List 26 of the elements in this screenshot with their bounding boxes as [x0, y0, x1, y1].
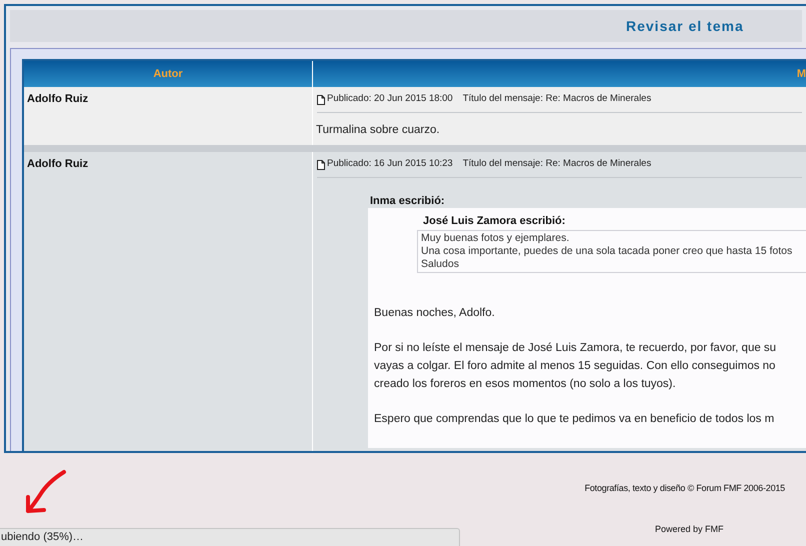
page-title: Revisar el tema: [626, 16, 744, 36]
quote-author: Inma escribió:: [369, 194, 446, 208]
post-subject: Título del mensaje: Re: Macros de Minerales: [462, 92, 652, 106]
arrow-icon: [24, 469, 68, 515]
post-text-line: Por si no leíste el mensaje de José Luis Zamora, te recuerdo, por favor, que su: [374, 341, 778, 356]
post-subject: Título del mensaje: Re: Macros de Minerales: [462, 157, 652, 172]
post-text-line: Turmalina sobre cuarzo.: [316, 123, 441, 138]
quote-text-line: Saludos: [421, 258, 460, 271]
quote-author: José Luis Zamora escribió:: [422, 214, 566, 228]
column-header: Autor: [24, 61, 313, 87]
post-text-line: creado los foreros en esos momentos (no solo a los tuyos).: [374, 377, 677, 392]
column-header: M: [313, 61, 806, 87]
document-icon: [317, 160, 325, 170]
post-text-line: vayas a colgar. El foro admite al menos 15 seguidas. Con ello conseguimos no: [374, 359, 776, 374]
post-text-line: Buenas noches, Adolfo.: [374, 306, 496, 321]
author-name: Adolfo Ruiz: [27, 92, 90, 107]
powered-by-text: Powered by FMF: [655, 524, 724, 534]
status-text: ubiendo (35%)…: [0, 530, 84, 546]
author-name: Adolfo Ruiz: [27, 157, 90, 172]
copyright-text: Fotografías, texto y diseño © Forum FMF 2006-2015: [584, 482, 785, 495]
quote-text-line: Una cosa importante, puedes de una sola tacada poner creo que hasta 15 fotos: [421, 245, 794, 258]
post-date: Publicado: 20 Jun 2015 18:00: [327, 92, 453, 106]
quote-text-line: Muy buenas fotos y ejemplares.: [421, 232, 570, 245]
post-text-line: Espero que comprendas que lo que te pedimos va en beneficio de todos los m: [374, 412, 776, 427]
document-icon: [317, 94, 325, 104]
post-date: Publicado: 16 Jun 2015 10:23: [327, 157, 453, 172]
